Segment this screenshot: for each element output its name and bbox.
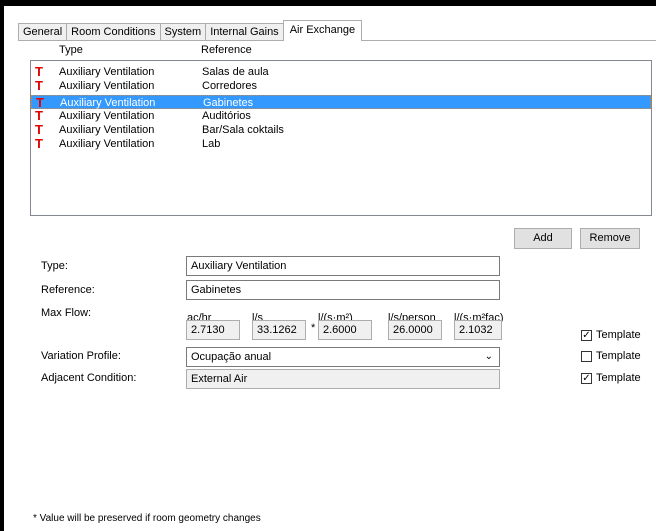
list-item-type: Auxiliary Ventilation bbox=[60, 97, 156, 109]
reference-field[interactable]: Gabinetes bbox=[186, 280, 500, 300]
flow-ac-hr-field[interactable]: 2.7130 bbox=[186, 320, 240, 340]
template-checkbox-maxflow[interactable]: ✓ Template bbox=[581, 328, 641, 342]
list-item-type: Auxiliary Ventilation bbox=[59, 138, 155, 150]
template-marker-icon: T bbox=[35, 136, 43, 151]
adjacent-condition-label: Adjacent Condition: bbox=[41, 372, 137, 384]
window-frame-left bbox=[0, 0, 4, 531]
preserved-value-asterisk: * bbox=[311, 322, 316, 334]
variation-profile-label: Variation Profile: bbox=[41, 350, 121, 362]
list-item-type: Auxiliary Ventilation bbox=[59, 124, 155, 136]
tab-room-conditions[interactable]: Room Conditions bbox=[66, 23, 161, 41]
max-flow-label: Max Flow: bbox=[41, 307, 92, 319]
list-item-reference: Bar/Sala coktails bbox=[202, 124, 284, 136]
remove-button[interactable]: Remove bbox=[580, 228, 640, 249]
list-item[interactable]: T Auxiliary Ventilation Bar/Sala coktail… bbox=[31, 123, 651, 137]
list-item[interactable]: T Auxiliary Ventilation Lab bbox=[31, 137, 651, 151]
list-item[interactable]: T Auxiliary Ventilation Auditórios bbox=[31, 109, 651, 123]
list-item[interactable]: T Auxiliary Ventilation Corredores bbox=[31, 79, 651, 93]
reference-label: Reference: bbox=[41, 284, 95, 296]
template-label: Template bbox=[596, 350, 641, 362]
template-checkbox-variation[interactable]: Template bbox=[581, 349, 641, 363]
template-label: Template bbox=[596, 329, 641, 341]
tab-air-exchange[interactable]: Air Exchange bbox=[282, 20, 363, 41]
variation-profile-select[interactable]: Ocupação anual ⌄ bbox=[186, 347, 500, 367]
type-field[interactable]: Auxiliary Ventilation bbox=[186, 256, 500, 276]
tab-bar: General Room Conditions System Internal … bbox=[18, 20, 363, 41]
tab-internal-gains[interactable]: Internal Gains bbox=[205, 23, 284, 41]
flow-l-s-m2-field[interactable]: 2.6000 bbox=[318, 320, 372, 340]
air-exchange-list[interactable]: T Auxiliary Ventilation Salas de aula T … bbox=[30, 60, 652, 216]
list-item-type: Auxiliary Ventilation bbox=[59, 66, 155, 78]
window-frame-top bbox=[0, 0, 656, 6]
footnote: * Value will be preserved if room geomet… bbox=[33, 513, 261, 524]
list-item-reference: Gabinetes bbox=[203, 97, 254, 109]
template-marker-icon: T bbox=[35, 78, 43, 93]
template-checkbox-adjacent[interactable]: ✓ Template bbox=[581, 371, 641, 385]
list-item-reference: Auditórios bbox=[202, 110, 251, 122]
flow-l-s-m2fac-field[interactable]: 2.1032 bbox=[454, 320, 502, 340]
tab-system[interactable]: System bbox=[159, 23, 207, 41]
column-header-type[interactable]: Type bbox=[59, 44, 83, 56]
list-item-reference: Salas de aula bbox=[202, 66, 269, 78]
checkbox-checked-icon[interactable]: ✓ bbox=[581, 329, 592, 341]
flow-l-s-field[interactable]: 33.1262 bbox=[252, 320, 306, 340]
adjacent-condition-field[interactable]: External Air bbox=[186, 369, 500, 389]
variation-profile-value: Ocupação anual bbox=[191, 351, 272, 363]
template-marker-icon: T bbox=[35, 108, 43, 123]
list-item-type: Auxiliary Ventilation bbox=[59, 80, 155, 92]
type-label: Type: bbox=[41, 260, 68, 272]
column-header-reference[interactable]: Reference bbox=[201, 44, 252, 56]
template-label: Template bbox=[596, 372, 641, 384]
tab-general[interactable]: General bbox=[18, 23, 68, 41]
list-item[interactable]: T Auxiliary Ventilation Salas de aula bbox=[31, 65, 651, 79]
template-marker-icon: T bbox=[35, 64, 43, 79]
checkbox-unchecked-icon[interactable] bbox=[581, 350, 592, 362]
list-item-type: Auxiliary Ventilation bbox=[59, 110, 155, 122]
list-header: Type Reference bbox=[0, 44, 656, 58]
chevron-down-icon[interactable]: ⌄ bbox=[485, 348, 493, 366]
list-item-reference: Corredores bbox=[202, 80, 258, 92]
list-item-reference: Lab bbox=[202, 138, 221, 150]
checkbox-checked-icon[interactable]: ✓ bbox=[581, 372, 592, 384]
list-item-selected[interactable]: T Auxiliary Ventilation Gabinetes bbox=[31, 95, 651, 110]
template-marker-icon: T bbox=[35, 122, 43, 137]
flow-l-s-person-field[interactable]: 26.0000 bbox=[388, 320, 442, 340]
add-button[interactable]: Add bbox=[514, 228, 572, 249]
